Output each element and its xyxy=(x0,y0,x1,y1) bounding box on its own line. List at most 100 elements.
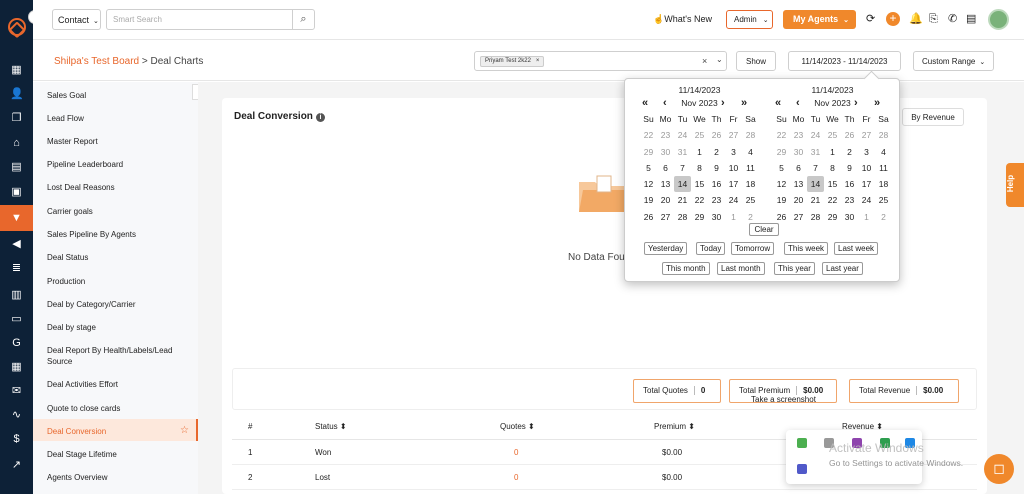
calendar-day[interactable]: 1 xyxy=(691,144,708,160)
id-card-icon[interactable]: ▣ xyxy=(10,186,23,198)
nav-item-deal-activities-effort[interactable]: Deal Activities Effort xyxy=(47,379,192,390)
calendar-day[interactable]: 1 xyxy=(858,209,875,225)
calendar-day[interactable]: 30 xyxy=(657,144,674,160)
contact-type-select[interactable]: Contact ⌄ xyxy=(52,9,101,30)
calendar-day[interactable]: 25 xyxy=(824,127,841,143)
nav-item-master-report[interactable]: Master Report xyxy=(47,136,192,147)
calendar-day[interactable]: 13 xyxy=(790,176,807,192)
add-icon[interactable]: + xyxy=(886,12,900,26)
calendar-day[interactable]: 19 xyxy=(773,192,790,208)
calendar-day[interactable]: 24 xyxy=(807,127,824,143)
calendar-day[interactable]: 30 xyxy=(790,144,807,160)
calendar-day[interactable]: 22 xyxy=(691,192,708,208)
next-year-icon[interactable]: » xyxy=(874,97,880,109)
calendar-day[interactable]: 15 xyxy=(691,176,708,192)
calendar-day[interactable]: 23 xyxy=(657,127,674,143)
calendar-day[interactable]: 29 xyxy=(640,144,657,160)
calendar-day[interactable]: 19 xyxy=(640,192,657,208)
nav-item-carrier-goals[interactable]: Carrier goals xyxy=(47,206,192,217)
quick-last-month-button[interactable]: Last month xyxy=(717,262,765,275)
nav-item-pipeline-leaderboard[interactable]: Pipeline Leaderboard xyxy=(47,159,192,170)
next-month-icon[interactable]: › xyxy=(854,97,858,109)
breadcrumb-board-link[interactable]: Shilpa's Test Board xyxy=(54,56,139,67)
calendar-day[interactable]: 26 xyxy=(841,127,858,143)
nav-item-sales-pipeline-by-agents[interactable]: Sales Pipeline By Agents xyxy=(47,229,192,240)
calendar-day[interactable]: 26 xyxy=(708,127,725,143)
calendar-day[interactable]: 29 xyxy=(691,209,708,225)
info-icon[interactable]: i xyxy=(315,113,325,122)
col-quotes[interactable]: Quotes ⬍ xyxy=(500,422,535,431)
nav-item-deal-conversion[interactable]: Deal Conversion xyxy=(47,426,192,437)
calendar-day[interactable]: 2 xyxy=(875,209,892,225)
bar-chart-icon[interactable]: ▥ xyxy=(10,289,23,301)
calendar-day[interactable]: 30 xyxy=(708,209,725,225)
calendar-day[interactable]: 27 xyxy=(790,209,807,225)
mail-icon[interactable]: ✉ xyxy=(10,385,23,397)
contacts-icon[interactable]: 👤 xyxy=(10,88,24,100)
nav-item-quote-to-close-cards[interactable]: Quote to close cards xyxy=(47,403,192,414)
calendar-day[interactable]: 17 xyxy=(725,176,742,192)
app-logo[interactable] xyxy=(4,14,30,40)
calendar-day[interactable]: 23 xyxy=(708,192,725,208)
calendar-day[interactable]: 7 xyxy=(807,160,824,176)
calendar-day[interactable]: 1 xyxy=(824,144,841,160)
dollar-icon[interactable]: $ xyxy=(10,433,23,445)
calendar-day[interactable]: 27 xyxy=(858,127,875,143)
handshake-icon[interactable]: ∿ xyxy=(10,409,23,421)
quick-this-year-button[interactable]: This year xyxy=(774,262,815,275)
calendar-day[interactable]: 6 xyxy=(657,160,674,176)
calendar-day[interactable]: 22 xyxy=(773,127,790,143)
calendar-day[interactable]: 21 xyxy=(674,192,691,208)
star-icon[interactable]: ☆ xyxy=(180,425,189,436)
documents-icon[interactable]: ❐ xyxy=(10,112,23,124)
calendar-day[interactable]: 25 xyxy=(691,127,708,143)
calendar-day[interactable]: 4 xyxy=(875,144,892,160)
calendar-day[interactable]: 7 xyxy=(674,160,691,176)
clear-button[interactable]: Clear xyxy=(749,223,779,236)
by-revenue-button[interactable]: By Revenue xyxy=(902,108,964,126)
nav-item-sales-goal[interactable]: Sales Goal xyxy=(47,90,192,101)
help-tab[interactable]: Help xyxy=(1006,163,1024,207)
calendar-day[interactable]: 2 xyxy=(841,144,858,160)
calendar-day[interactable]: 18 xyxy=(875,176,892,192)
chat-launcher-button[interactable]: ◻ xyxy=(984,454,1014,484)
next-year-icon[interactable]: » xyxy=(741,97,747,109)
nav-item-production[interactable]: Production xyxy=(47,276,192,287)
app-tray-icon[interactable] xyxy=(797,438,807,448)
quick-this-week-button[interactable]: This week xyxy=(784,242,829,255)
calendar-day[interactable]: 17 xyxy=(858,176,875,192)
bell-icon[interactable]: 🔔 xyxy=(909,13,923,25)
search-icon[interactable]: ⌕ xyxy=(292,9,315,30)
calendar-day[interactable]: 23 xyxy=(790,127,807,143)
calendar-day[interactable]: 12 xyxy=(640,176,657,192)
calendar-day[interactable]: 18 xyxy=(742,176,759,192)
whats-new-link[interactable]: ☝What's New xyxy=(653,14,712,25)
calendar-day[interactable]: 21 xyxy=(807,192,824,208)
chevron-down-icon[interactable]: ⌄ xyxy=(716,55,723,64)
calendar-day[interactable]: 31 xyxy=(807,144,824,160)
calendar-day[interactable]: 20 xyxy=(657,192,674,208)
calendar-day[interactable]: 9 xyxy=(708,160,725,176)
clear-filter-icon[interactable]: × xyxy=(702,56,707,66)
nav-item-deal-stage-lifetime[interactable]: Deal Stage Lifetime xyxy=(47,449,192,460)
calendar-day[interactable]: 25 xyxy=(742,192,759,208)
calendar-day[interactable]: 26 xyxy=(640,209,657,225)
nav-item-deal-report-by-health[interactable]: Deal Report By Health/Labels/Lead Source xyxy=(47,345,192,367)
chip-remove-icon[interactable]: × xyxy=(536,58,540,64)
next-month-icon[interactable]: › xyxy=(721,97,725,109)
refresh-icon[interactable]: ⟳ xyxy=(866,13,875,25)
calendar-day[interactable]: 27 xyxy=(657,209,674,225)
calculator-icon[interactable]: ▤ xyxy=(10,161,23,173)
calendar-day[interactable]: 16 xyxy=(841,176,858,192)
teams-tray-icon[interactable] xyxy=(797,464,807,474)
row-quotes-link[interactable]: 0 xyxy=(514,448,518,457)
col-premium[interactable]: Premium ⬍ xyxy=(654,422,695,431)
calendar-day[interactable]: 16 xyxy=(708,176,725,192)
calendar-day[interactable]: 28 xyxy=(875,127,892,143)
nav-item-deal-by-stage[interactable]: Deal by stage xyxy=(47,322,192,333)
date-range-input[interactable]: 11/14/2023 - 11/14/2023 xyxy=(788,51,901,71)
folder-icon[interactable]: ▭ xyxy=(10,313,23,325)
calendar-day[interactable]: 5 xyxy=(640,160,657,176)
nav-item-agents-overview[interactable]: Agents Overview xyxy=(47,472,192,483)
calendar-day[interactable]: 9 xyxy=(841,160,858,176)
